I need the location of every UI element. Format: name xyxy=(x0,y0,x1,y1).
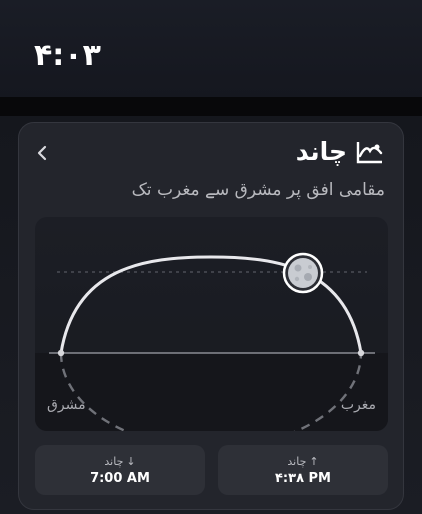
back-button[interactable] xyxy=(31,141,53,165)
set-point xyxy=(357,349,365,357)
status-bar: ۴:۰۳ xyxy=(0,0,422,97)
card-subtitle: مقامی افق پر مشرق سے مغرب تک xyxy=(131,180,385,200)
below-horizon-arc xyxy=(59,352,363,431)
chevron-left-icon xyxy=(37,145,47,161)
arrow-up-icon: ↑ xyxy=(309,454,319,468)
rise-point xyxy=(57,349,65,357)
east-label: مشرق xyxy=(47,397,86,413)
moonset-label-text: چاند xyxy=(104,454,124,468)
moonrise-label-text: چاند xyxy=(287,454,307,468)
moonrise-tile[interactable]: چاند ↑ ۴:۳۸ PM xyxy=(218,445,388,495)
moon-path-diagram xyxy=(49,252,375,431)
moonrise-time: ۴:۳۸ PM xyxy=(275,470,331,486)
moonset-time: 7:00 AM xyxy=(90,470,150,486)
sky-panel: مشرق مغرب xyxy=(35,217,388,431)
title-row: چاند xyxy=(296,137,385,166)
moonset-tile[interactable]: چاند ↓ 7:00 AM xyxy=(35,445,205,495)
moon-card: چاند مقامی افق پر مشرق سے مغرب تک مشرق م… xyxy=(18,122,404,510)
moonrise-icon xyxy=(356,141,383,163)
moonset-label: چاند ↓ xyxy=(104,455,135,468)
moon-marker xyxy=(282,252,324,294)
divider-band xyxy=(0,97,422,116)
clock: ۴:۰۳ xyxy=(34,38,101,73)
arrow-down-icon: ↓ xyxy=(126,454,136,468)
west-label: مغرب xyxy=(340,397,376,413)
moonrise-label: چاند ↑ xyxy=(287,455,318,468)
card-title: چاند xyxy=(295,137,347,166)
